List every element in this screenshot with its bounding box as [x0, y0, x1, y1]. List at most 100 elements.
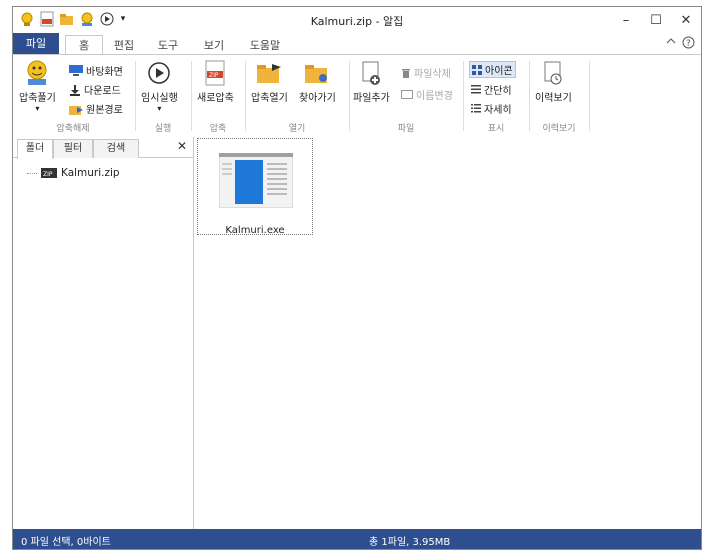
collapse-ribbon-icon[interactable] — [666, 36, 676, 52]
group-label-extract: 압축해제 — [56, 124, 90, 134]
new-compress-button[interactable]: ZIP 새로압축 — [197, 59, 234, 104]
svg-text:?: ? — [686, 39, 691, 49]
history-button[interactable]: 이력보기 — [535, 59, 572, 104]
go-to-location-button[interactable]: 찾아가기 — [299, 59, 336, 104]
ribbon: 압축풀기 ▾ 바탕화면 다운로드 원본경로 압축해제 임시실행 ▾ 실행 ZIP… — [13, 54, 701, 138]
tree-item-label: Kalmuri.zip — [61, 167, 120, 179]
panel-close-button[interactable]: ✕ — [177, 139, 187, 153]
extract-big-icon — [23, 59, 51, 87]
tree-item-archive[interactable]: ZIP Kalmuri.zip — [27, 167, 120, 179]
group-view-mode: 아이콘 간단히 자세히 표시 — [465, 55, 527, 137]
status-total: 총 1파일, 3.95MB — [369, 537, 451, 548]
rename-button[interactable]: 이름변경 — [401, 87, 453, 102]
maximize-button[interactable]: ☐ — [641, 7, 671, 33]
group-history: 이력보기 이력보기 — [531, 55, 587, 137]
view-icon-button[interactable]: 아이콘 — [469, 61, 516, 78]
extract-original-path-label: 원본경로 — [86, 105, 123, 116]
status-selection: 0 파일 선택, 0바이트 — [21, 537, 111, 548]
ribbon-separator — [529, 61, 530, 131]
tree-connector — [27, 172, 37, 174]
view-detail-button[interactable]: 자세히 — [471, 101, 512, 116]
tab-folder[interactable]: 폴더 — [17, 139, 53, 159]
extract-desktop-button[interactable]: 바탕화면 — [69, 63, 123, 78]
group-label-file: 파일 — [397, 124, 415, 134]
group-compress: ZIP 새로압축 압축 — [193, 55, 243, 137]
app-window: ▾ Kalmuri.zip - 알집 – ☐ ✕ 파일 홈 편집 도구 보기 도… — [12, 6, 702, 550]
open-folder-big-icon — [255, 59, 283, 87]
extract-label: 압축풀기 — [19, 93, 56, 104]
folder-pin-icon — [303, 59, 331, 87]
folder-arrow-icon — [69, 105, 83, 115]
temp-run-button[interactable]: 임시실행 ▾ — [141, 59, 178, 113]
file-name: Kalmuri.exe — [225, 225, 285, 236]
rename-label: 이름변경 — [416, 91, 453, 102]
status-bar: 0 파일 선택, 0바이트 총 1파일, 3.95MB — [13, 529, 701, 549]
ribbon-tabs: 파일 홈 편집 도구 보기 도움말 ? — [13, 33, 701, 56]
svg-text:ZIP: ZIP — [43, 171, 53, 178]
extract-button[interactable]: 압축풀기 ▾ — [19, 59, 56, 113]
go-to-location-label: 찾아가기 — [299, 93, 336, 104]
ribbon-separator — [245, 61, 246, 131]
group-run: 임시실행 ▾ 실행 — [137, 55, 189, 137]
zip-file-icon: ZIP — [201, 59, 229, 87]
ribbon-separator — [191, 61, 192, 131]
view-simple-button[interactable]: 간단히 — [471, 82, 512, 97]
tab-file[interactable]: 파일 — [13, 33, 59, 55]
ribbon-separator — [589, 61, 590, 131]
ribbon-separator — [135, 61, 136, 131]
tab-home[interactable]: 홈 — [65, 35, 103, 56]
group-file: 파일추가 파일삭제 이름변경 파일 — [351, 55, 461, 137]
delete-file-label: 파일삭제 — [414, 69, 451, 80]
add-file-button[interactable]: 파일추가 — [353, 59, 390, 104]
open-archive-label: 압축열기 — [251, 93, 288, 104]
exe-thumbnail-icon — [218, 152, 294, 209]
ribbon-separator — [463, 61, 464, 131]
tab-view[interactable]: 보기 — [199, 36, 229, 55]
help-icon[interactable]: ? — [682, 36, 695, 52]
group-label-view: 표시 — [487, 124, 505, 134]
file-item[interactable]: Kalmuri.exe — [197, 138, 313, 236]
window-title: Kalmuri.zip - 알집 — [310, 15, 404, 28]
tab-edit[interactable]: 편집 — [109, 36, 139, 55]
folder-panel: 폴더 필터 검색 ✕ ZIP Kalmuri.zip — [13, 137, 194, 531]
tab-search[interactable]: 검색 — [93, 139, 139, 158]
list-detail-icon — [471, 104, 481, 113]
group-label-compress: 압축 — [209, 124, 227, 134]
view-icon-label: 아이콘 — [485, 66, 513, 77]
view-simple-label: 간단히 — [484, 86, 512, 97]
tab-help[interactable]: 도움말 — [245, 36, 285, 55]
extract-dropdown-icon[interactable]: ▾ — [35, 104, 39, 113]
add-file-label: 파일추가 — [353, 93, 390, 104]
group-label-history: 이력보기 — [542, 124, 576, 134]
close-button[interactable]: ✕ — [671, 7, 701, 33]
delete-file-button[interactable]: 파일삭제 — [401, 65, 451, 80]
extract-desktop-label: 바탕화면 — [86, 67, 123, 78]
open-archive-button[interactable]: 압축열기 — [251, 59, 288, 104]
grid-icon — [472, 64, 482, 75]
desktop-icon — [69, 65, 83, 76]
minimize-button[interactable]: – — [611, 7, 641, 33]
group-open: 압축열기 찾아가기 열기 — [247, 55, 347, 137]
add-file-icon — [357, 59, 385, 87]
group-label-open: 열기 — [288, 124, 306, 134]
list-simple-icon — [471, 85, 481, 94]
zip-archive-icon: ZIP — [41, 168, 57, 178]
tab-filter[interactable]: 필터 — [53, 139, 93, 158]
temp-run-label: 임시실행 — [141, 93, 178, 104]
rename-icon — [401, 90, 413, 99]
extract-downloads-button[interactable]: 다운로드 — [69, 82, 121, 97]
trash-icon — [402, 69, 410, 78]
history-label: 이력보기 — [535, 93, 572, 104]
svg-text:ZIP: ZIP — [209, 72, 219, 79]
group-label-run: 실행 — [154, 124, 172, 134]
history-icon — [539, 59, 567, 87]
run-dropdown-icon[interactable]: ▾ — [157, 104, 161, 113]
ribbon-separator — [349, 61, 350, 131]
new-compress-label: 새로압축 — [197, 93, 234, 104]
file-list-area: Kalmuri.exe — [194, 137, 701, 531]
tab-tools[interactable]: 도구 — [153, 36, 183, 55]
play-circle-icon — [145, 59, 173, 87]
download-icon — [70, 84, 80, 96]
extract-original-path-button[interactable]: 원본경로 — [69, 101, 123, 116]
view-detail-label: 자세히 — [484, 105, 512, 116]
